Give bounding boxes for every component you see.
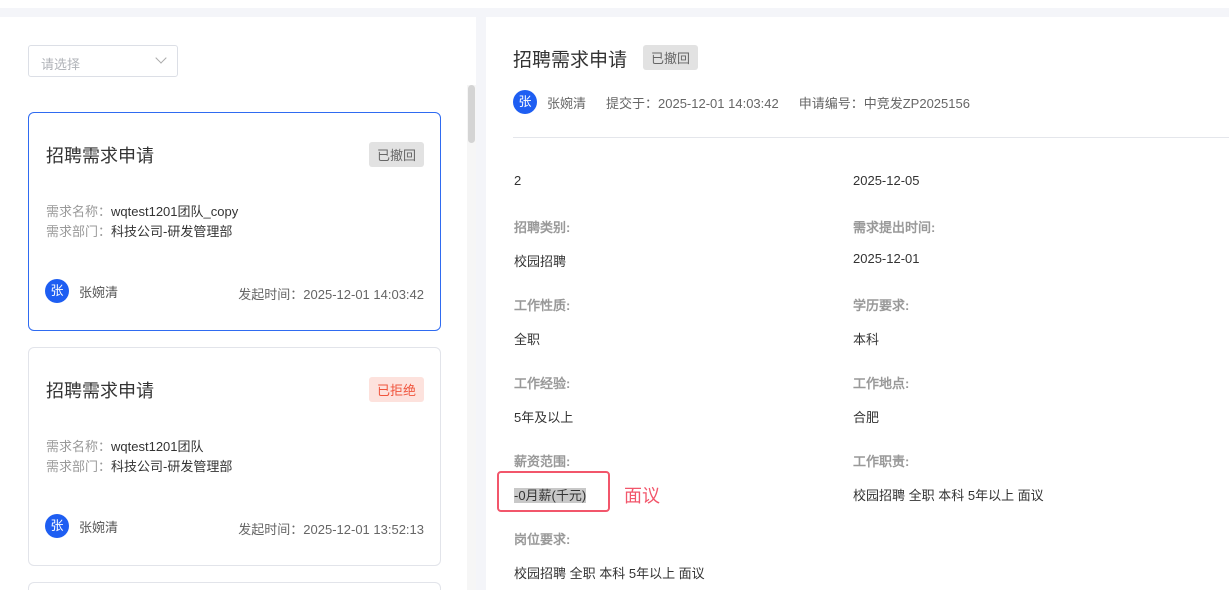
value: 2025-12-01 14:03:42 bbox=[303, 287, 424, 302]
field-label: 招聘类别: bbox=[514, 220, 571, 235]
user-name: 张婉清 bbox=[79, 519, 119, 535]
field-label: 工作性质: bbox=[514, 298, 571, 313]
application-card[interactable] bbox=[28, 582, 441, 590]
status-badge: 已撤回 bbox=[643, 45, 699, 70]
card-name-row: 需求名称：wqtest1201团队 bbox=[46, 436, 204, 455]
field-label: 学历要求: bbox=[853, 298, 910, 313]
application-card[interactable]: 招聘需求申请 已撤回 需求名称：wqtest1201团队_copy 需求部门：科… bbox=[28, 112, 441, 331]
divider bbox=[513, 137, 1229, 138]
application-list-panel: 请选择 招聘需求申请 已撤回 需求名称：wqtest1201团队_copy 需求… bbox=[0, 17, 476, 590]
status-badge: 已撤回 bbox=[368, 142, 424, 167]
field-value: 2 bbox=[514, 173, 522, 188]
field-value: 2025-12-01 bbox=[853, 251, 920, 266]
status-badge: 已拒绝 bbox=[368, 377, 424, 402]
card-dept-row: 需求部门：科技公司-研发管理部 bbox=[46, 221, 232, 240]
filter-placeholder: 请选择 bbox=[41, 57, 81, 72]
field-value: 校园招聘 全职 本科 5年以上 面议 bbox=[853, 488, 1044, 503]
avatar: 张 bbox=[45, 514, 69, 538]
user-name: 张婉清 bbox=[547, 95, 587, 111]
field-label: 工作地点: bbox=[853, 376, 910, 391]
annotation-note: 面议 bbox=[624, 486, 660, 506]
label: 需求名称： bbox=[46, 439, 112, 454]
detail-meta: 张 张婉清 提交于：2025-12-01 14:03:42 申请编号：中竞发ZP… bbox=[513, 90, 970, 114]
card-time: 发起时间：2025-12-01 14:03:42 bbox=[238, 284, 424, 303]
label: 发起时间： bbox=[238, 287, 304, 302]
label: 需求名称： bbox=[46, 204, 112, 219]
field-label: 工作职责: bbox=[853, 454, 910, 469]
card-title: 招聘需求申请 bbox=[46, 146, 154, 166]
value: 2025-12-01 13:52:13 bbox=[303, 522, 424, 537]
field-value: 校园招聘 全职 本科 5年以上 面议 bbox=[514, 566, 705, 581]
detail-panel: 招聘需求申请 已撤回 张 张婉清 提交于：2025-12-01 14:03:42… bbox=[486, 17, 1229, 590]
detail-title: 招聘需求申请 bbox=[513, 50, 628, 71]
card-name-row: 需求名称：wqtest1201团队_copy bbox=[46, 201, 238, 220]
field-label: 岗位要求: bbox=[514, 532, 571, 547]
user-name: 张婉清 bbox=[79, 284, 119, 300]
value: 科技公司-研发管理部 bbox=[111, 224, 233, 239]
label: 需求部门： bbox=[46, 459, 112, 474]
field-value-salary: -0月薪(千元) bbox=[514, 488, 587, 503]
field-value: 全职 bbox=[514, 332, 541, 347]
label: 需求部门： bbox=[46, 224, 112, 239]
label: 发起时间： bbox=[238, 522, 304, 537]
field-value: 本科 bbox=[853, 332, 880, 347]
scrollbar[interactable] bbox=[467, 85, 476, 590]
value: wqtest1201团队_copy bbox=[111, 204, 239, 219]
value: 科技公司-研发管理部 bbox=[111, 459, 233, 474]
card-dept-row: 需求部门：科技公司-研发管理部 bbox=[46, 456, 232, 475]
card-title: 招聘需求申请 bbox=[46, 381, 154, 401]
avatar: 张 bbox=[45, 279, 69, 303]
field-label: 需求提出时间: bbox=[853, 220, 936, 235]
avatar: 张 bbox=[513, 90, 537, 114]
filter-select[interactable]: 请选择 bbox=[28, 45, 178, 77]
field-label: 工作经验: bbox=[514, 376, 571, 391]
field-value: 5年及以上 bbox=[514, 410, 574, 425]
field-value: 2025-12-05 bbox=[853, 173, 920, 188]
field-value: 合肥 bbox=[853, 410, 880, 425]
application-code: 申请编号：中竞发ZP2025156 bbox=[798, 95, 970, 111]
submitted-time: 提交于：2025-12-01 14:03:42 bbox=[606, 95, 779, 111]
application-card[interactable]: 招聘需求申请 已拒绝 需求名称：wqtest1201团队 需求部门：科技公司-研… bbox=[28, 347, 441, 566]
scrollbar-thumb[interactable] bbox=[468, 85, 475, 143]
chevron-down-icon bbox=[155, 52, 167, 64]
field-label: 薪资范围: bbox=[514, 454, 571, 469]
field-value: 校园招聘 bbox=[514, 254, 567, 269]
value: wqtest1201团队 bbox=[111, 439, 204, 454]
card-time: 发起时间：2025-12-01 13:52:13 bbox=[238, 519, 424, 538]
